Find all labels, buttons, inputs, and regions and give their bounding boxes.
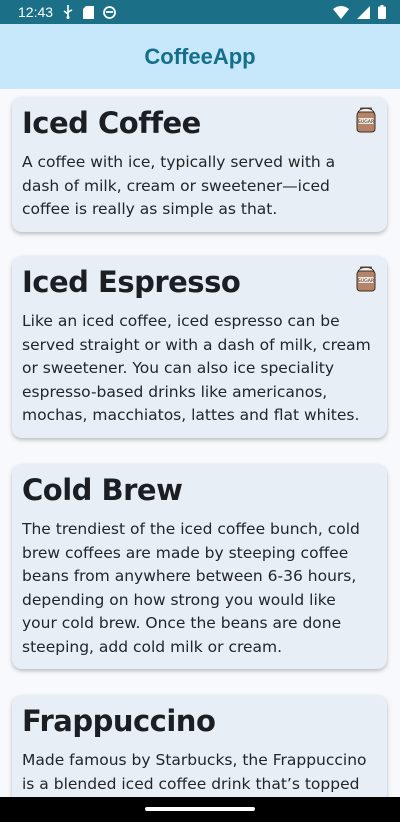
home-gesture-handle[interactable] [145,807,255,811]
card-title: Iced Coffee [22,106,201,140]
card-description: A coffee with ice, typically served with… [22,153,336,218]
coffee-list[interactable]: Iced Coffee A coffee with ice, typically… [0,89,400,797]
sugar-jar-icon: SUGAR [355,107,377,133]
coffee-card-frappuccino[interactable]: Frappuccino Made famous by Starbucks, th… [12,695,387,797]
card-title: Cold Brew [22,473,183,507]
app-title: CoffeeApp [144,43,256,69]
status-right [333,5,386,19]
card-title: Frappuccino [22,704,216,738]
sd-card-icon [83,5,95,19]
sync-icon [103,5,116,19]
sugar-jar-icon: SUGAR [355,266,377,292]
navigation-bar [0,797,400,822]
card-description: Like an iced coffee, iced espresso can b… [22,312,371,424]
svg-text:SUGAR: SUGAR [358,119,375,125]
wifi-icon [333,5,349,19]
coffee-card-cold-brew[interactable]: Cold Brew The trendiest of the iced coff… [12,464,387,669]
status-bar: 12:43 [0,0,400,24]
signal-icon [357,5,370,19]
card-description: Made famous by Starbucks, the Frappuccin… [22,751,367,793]
coffee-card-iced-coffee[interactable]: Iced Coffee A coffee with ice, typically… [12,97,387,232]
coffee-card-iced-espresso[interactable]: Iced Espresso Like an iced coffee, iced … [12,256,387,438]
card-description: The trendiest of the iced coffee bunch, … [22,520,360,656]
battery-icon [378,5,386,19]
usb-icon [62,5,74,19]
card-title: Iced Espresso [22,265,241,299]
app-bar: CoffeeApp [0,24,400,89]
status-time: 12:43 [18,4,54,20]
status-left: 12:43 [18,4,116,20]
svg-text:SUGAR: SUGAR [358,278,375,284]
